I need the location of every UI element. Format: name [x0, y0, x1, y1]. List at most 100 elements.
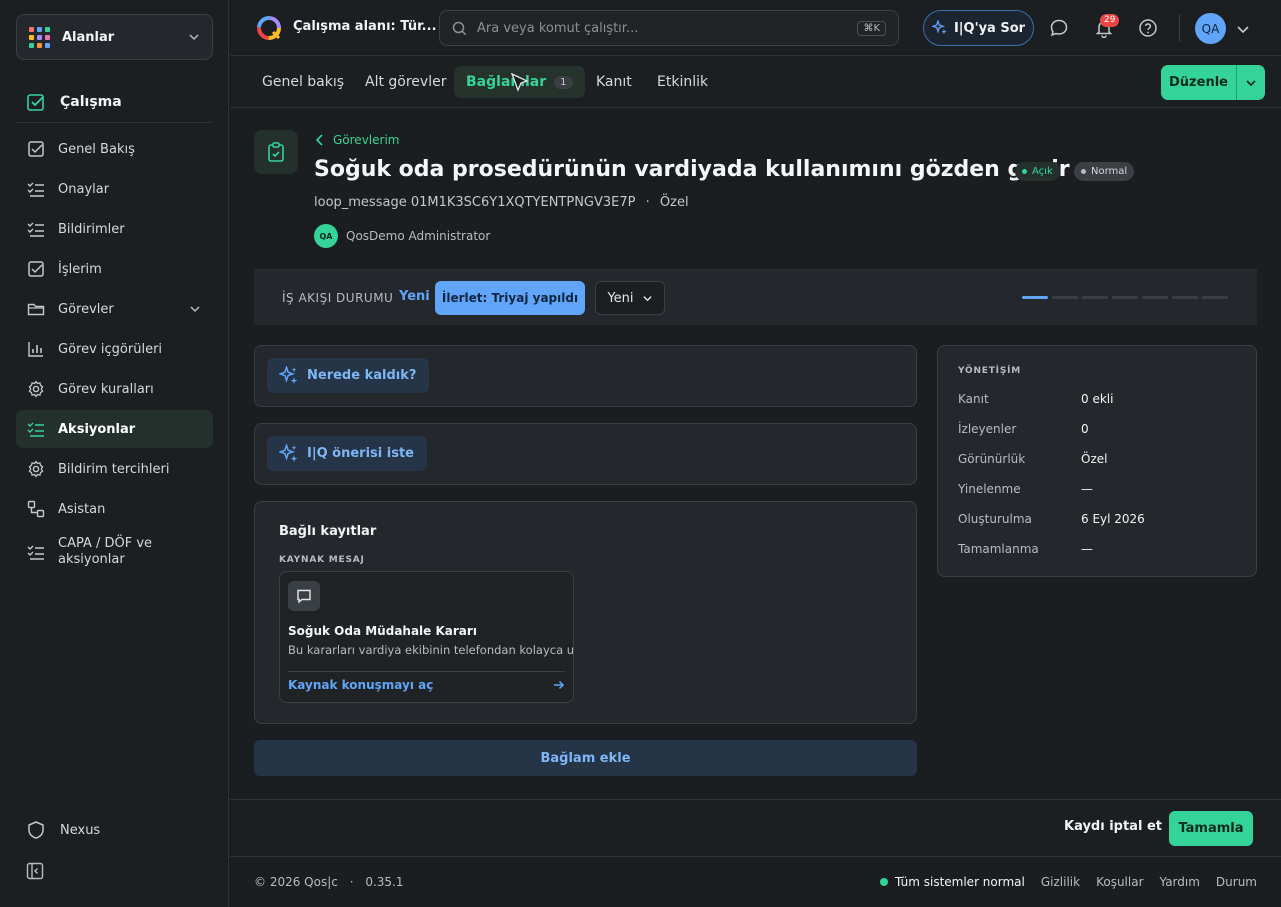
search-bar[interactable]: ⌘K — [439, 10, 899, 46]
sidebar-item-label: Bildirim tercihleri — [58, 461, 170, 477]
sidebar-item-label: Görev içgörüleri — [58, 341, 163, 357]
sidebar-item-genel-bakis[interactable]: Genel Bakış — [16, 130, 213, 168]
add-context-button[interactable]: Bağlam ekle — [254, 740, 917, 776]
search-icon — [452, 21, 467, 36]
workflow-progress — [1022, 296, 1228, 299]
sidebar-item-label: Görev kuralları — [58, 381, 154, 397]
footer-link-privacy[interactable]: Gizlilik — [1041, 875, 1080, 889]
governance-key: Oluşturulma — [958, 512, 1032, 526]
workflow-state-select[interactable]: Yeni — [595, 281, 665, 315]
tab-label: Alt görevler — [365, 74, 447, 90]
footer-copyright: © 2026 Qos|c · 0.35.1 — [254, 875, 404, 889]
tab-genel-bakis[interactable]: Genel bakış — [250, 66, 356, 98]
workflow-step — [1142, 296, 1168, 299]
tab-label: Kanıt — [596, 74, 632, 90]
task-owner: QA QosDemo Administrator — [314, 224, 490, 248]
sidebar-item-nexus[interactable]: Nexus — [26, 820, 100, 840]
governance-row: Kanıt 0 ekli — [958, 392, 1238, 406]
checkbox-icon — [26, 259, 46, 279]
user-avatar[interactable]: QA — [1195, 13, 1226, 44]
source-message-title: Soğuk Oda Müdahale Kararı — [288, 624, 477, 638]
bar-chart-icon — [26, 339, 46, 359]
sidebar-item-aksiyonlar[interactable]: Aksiyonlar — [16, 410, 213, 448]
tab-kanit[interactable]: Kanıt — [584, 66, 644, 98]
sidebar-item-gorev-icgoruleri[interactable]: Görev içgörüleri — [16, 330, 213, 368]
governance-value: 0 — [1081, 422, 1089, 436]
linked-records-card: Bağlı kayıtlar KAYNAK MESAJ Soğuk Oda Mü… — [254, 501, 917, 724]
sidebar-item-onaylar[interactable]: Onaylar — [16, 170, 213, 208]
tab-etkinlik[interactable]: Etkinlik — [645, 66, 720, 98]
sidebar-collapse-icon[interactable] — [26, 862, 44, 880]
governance-row: Görünürlük Özel — [958, 452, 1238, 466]
edit-split-button: Düzenle — [1161, 65, 1265, 100]
source-message-card[interactable]: Soğuk Oda Müdahale Kararı Bu kararları v… — [279, 571, 574, 703]
governance-row: Yinelenme — — [958, 482, 1238, 496]
list-check-icon — [26, 219, 46, 239]
breadcrumb[interactable]: Görevlerim — [315, 133, 399, 147]
sidebar-item-asistan[interactable]: Asistan — [16, 490, 213, 528]
status-dot — [879, 878, 888, 886]
ai-card-suggest: I|Q önerisi iste — [254, 423, 917, 485]
sidebar-item-gorevler[interactable]: Görevler — [16, 290, 213, 328]
gear-icon — [26, 379, 46, 399]
footer-separator: · — [349, 875, 354, 889]
sidebar-item-islerim[interactable]: İşlerim — [16, 250, 213, 288]
where-left-button[interactable]: Nerede kaldık? — [267, 358, 430, 393]
sparkle-icon — [279, 443, 299, 464]
arrow-right-icon — [553, 679, 565, 691]
source-message-snippet: Bu kararları vardiya ekibinin telefondan… — [288, 643, 574, 657]
workflow-step — [1112, 296, 1138, 299]
sidebar-item-gorev-kurallari[interactable]: Görev kuralları — [16, 370, 213, 408]
page-title: Soğuk oda prosedürünün vardiyada kullanı… — [314, 157, 1070, 182]
priority-badge-label: Normal — [1091, 166, 1128, 177]
sidebar-item-label: İşlerim — [58, 261, 102, 277]
ask-iq-button[interactable]: I|Q'ya Sor — [923, 10, 1034, 46]
chevron-down-icon — [188, 31, 200, 43]
complete-button[interactable]: Tamamla — [1169, 811, 1253, 846]
governance-panel: YÖNETİŞİM Kanıt 0 ekli İzleyenler 0 Görünü… — [937, 345, 1257, 577]
governance-key: Görünürlük — [958, 452, 1026, 466]
task-reference: loop_message 01M1K3SC6Y1XQTYENTPNGV3E7P — [314, 195, 636, 210]
sparkle-icon — [279, 365, 299, 386]
footer-link-help[interactable]: Yardım — [1160, 875, 1200, 889]
list-check-icon — [26, 179, 46, 199]
sidebar-item-bildirim-tercihleri[interactable]: Bildirim tercihleri — [16, 450, 213, 488]
chat-icon[interactable] — [1049, 18, 1069, 38]
chevron-down-icon[interactable] — [189, 303, 201, 315]
sidebar-item-bildirimler[interactable]: Bildirimler — [16, 210, 213, 248]
workspace-switcher[interactable]: Alanlar — [16, 14, 213, 60]
sidebar-item-label: Asistan — [58, 501, 106, 517]
sidebar-item-capa-dof[interactable]: CAPA / DÖF ve aksiyonlar — [16, 530, 213, 574]
sparkle-icon — [931, 20, 948, 36]
workspace-switcher-label: Alanlar — [62, 29, 115, 45]
edit-button[interactable]: Düzenle — [1161, 75, 1236, 90]
divider — [16, 122, 213, 123]
cancel-record-button[interactable]: Kaydı iptal et — [1064, 819, 1162, 834]
workflow-step — [1082, 296, 1108, 299]
iq-suggest-button[interactable]: I|Q önerisi iste — [267, 436, 427, 471]
meta-separator: · — [645, 195, 650, 210]
tab-alt-gorevler[interactable]: Alt görevler — [353, 66, 458, 98]
workflow-select-value: Yeni — [607, 290, 634, 306]
folder-icon — [26, 299, 46, 319]
governance-row: İzleyenler 0 — [958, 422, 1238, 436]
chevron-down-icon[interactable] — [1236, 22, 1250, 36]
where-left-label: Nerede kaldık? — [307, 368, 417, 383]
footer-link-status[interactable]: Durum — [1216, 875, 1257, 889]
sidebar-item-label: Aksiyonlar — [58, 421, 136, 437]
open-source-link[interactable]: Kaynak konuşmayı aç — [288, 678, 565, 692]
search-input[interactable] — [477, 20, 858, 36]
chevron-down-icon[interactable] — [1236, 65, 1265, 100]
footer: © 2026 Qos|c · 0.35.1 Tüm sistemler norm… — [230, 856, 1281, 907]
footer-link-terms[interactable]: Koşullar — [1096, 875, 1143, 889]
system-status[interactable]: Tüm sistemler normal — [879, 875, 1025, 889]
app-logo[interactable] — [256, 15, 282, 41]
help-icon[interactable] — [1138, 18, 1158, 38]
sidebar-item-label: Onaylar — [58, 181, 110, 197]
message-icon — [288, 581, 320, 611]
workspace-title[interactable]: Çalışma alanı: Tür... — [293, 19, 437, 34]
top-bar: Çalışma alanı: Tür... ⌘K I|Q'ya Sor 29 Q… — [230, 0, 1281, 56]
governance-key: İzleyenler — [958, 422, 1017, 436]
sidebar-item-label: Bildirimler — [58, 221, 125, 237]
advance-workflow-button[interactable]: İlerlet: Triyaj yapıldı — [435, 281, 585, 315]
